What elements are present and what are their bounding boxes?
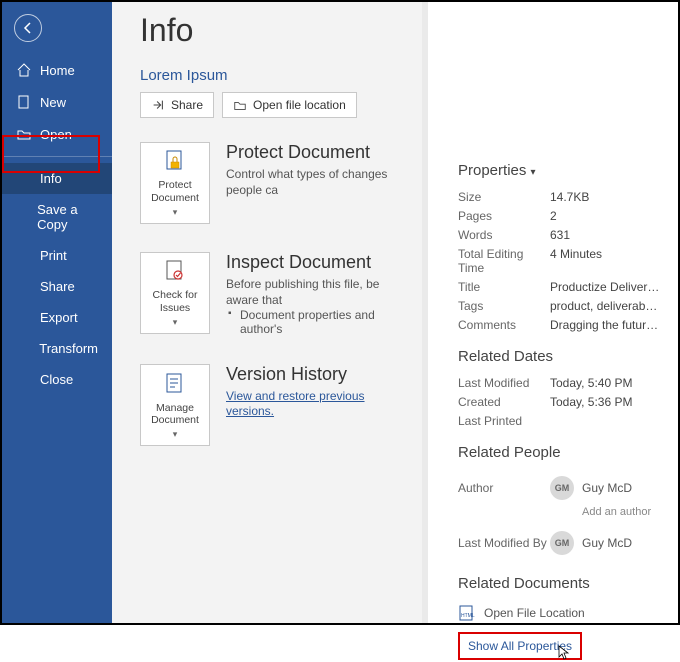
prop-val-modified: Today, 5:40 PM (550, 376, 660, 390)
sidebar-item-label: New (40, 95, 66, 110)
inspect-desc: Before publishing this file, be aware th… (226, 276, 404, 308)
chevron-down-icon: ▾ (173, 317, 178, 328)
inspect-icon (163, 258, 187, 286)
manage-card-label: Manage Document (145, 402, 205, 426)
panel-divider (422, 2, 428, 623)
version-history-link[interactable]: View and restore previous versions. (226, 389, 365, 418)
prop-key-pages: Pages (458, 209, 550, 223)
prop-key-author: Author (458, 481, 550, 495)
open-file-location-link[interactable]: HTML Open File Location (458, 600, 660, 626)
sidebar-item-label: Share (40, 279, 75, 294)
avatar: GM (550, 476, 574, 500)
protect-desc: Control what types of changes people ca (226, 166, 404, 198)
prop-val-created: Today, 5:36 PM (550, 395, 660, 409)
prop-key-printed: Last Printed (458, 414, 550, 428)
sidebar-item-export[interactable]: Export (2, 302, 112, 333)
prop-val-size: 14.7KB (550, 190, 660, 204)
document-name: Lorem Ipsum (140, 67, 404, 84)
back-arrow-icon (20, 20, 36, 36)
sidebar-item-info[interactable]: Info (2, 163, 112, 194)
properties-panel: Properties ▾ Size14.7KB Pages2 Words631 … (442, 2, 672, 623)
open-file-location-text: Open File Location (484, 606, 585, 620)
share-icon (151, 98, 165, 112)
home-icon (16, 62, 32, 78)
sidebar-item-share[interactable]: Share (2, 271, 112, 302)
cursor-icon (556, 644, 574, 662)
sidebar-item-label: Transform (39, 341, 98, 356)
related-documents-header: Related Documents (458, 575, 660, 592)
avatar: GM (550, 531, 574, 555)
sidebar-item-print[interactable]: Print (2, 240, 112, 271)
author-name[interactable]: Guy McD (582, 481, 632, 495)
related-dates-header: Related Dates (458, 348, 660, 365)
new-icon (16, 94, 32, 110)
open-icon (16, 126, 32, 142)
prop-val-pages: 2 (550, 209, 660, 223)
chevron-down-icon: ▾ (173, 429, 178, 440)
protect-title: Protect Document (226, 142, 404, 163)
sidebar-item-label: Export (40, 310, 78, 325)
chevron-down-icon: ▾ (531, 167, 536, 178)
sidebar-item-label: Info (40, 171, 62, 186)
sidebar-item-save-a-copy[interactable]: Save a Copy (2, 194, 112, 240)
prop-key-time: Total Editing Time (458, 247, 550, 275)
sidebar-item-label: Print (40, 248, 67, 263)
chevron-down-icon: ▾ (173, 207, 178, 218)
prop-val-time: 4 Minutes (550, 247, 660, 275)
sidebar-item-label: Home (40, 63, 75, 78)
prop-val-title[interactable]: Productize Deliverables (550, 280, 660, 294)
prop-key-words: Words (458, 228, 550, 242)
sidebar-item-home[interactable]: Home (2, 54, 112, 86)
prop-key-comments: Comments (458, 318, 550, 332)
prop-val-comments[interactable]: Dragging the future into n... (550, 318, 660, 332)
prop-key-created: Created (458, 395, 550, 409)
sidebar-item-label: Save a Copy (37, 202, 98, 232)
check-for-issues-card[interactable]: Check for Issues ▾ (140, 252, 210, 334)
prop-key-tags: Tags (458, 299, 550, 313)
modifiedby-name[interactable]: Guy McD (582, 536, 632, 550)
sidebar-item-label: Close (40, 372, 73, 387)
html-file-icon: HTML (458, 604, 476, 622)
sidebar-item-new[interactable]: New (2, 86, 112, 118)
inspect-bullet: Document properties and author's (226, 308, 404, 336)
properties-header[interactable]: Properties ▾ (458, 162, 660, 179)
protect-icon (163, 148, 187, 176)
backstage-sidebar: Home New Open Info Save a Copy Print Sha… (2, 2, 112, 623)
add-author[interactable]: Add an author (550, 506, 660, 518)
folder-icon (233, 98, 247, 112)
prop-key-modifiedby: Last Modified By (458, 536, 550, 550)
sidebar-item-open[interactable]: Open (2, 118, 112, 150)
prop-val-tags[interactable]: product, deliverables, opti... (550, 299, 660, 313)
inspect-title: Inspect Document (226, 252, 404, 273)
highlight-show-all-properties: Show All Properties (458, 632, 582, 660)
open-file-location-label: Open file location (253, 98, 346, 112)
protect-card-label: Protect Document (145, 179, 205, 203)
share-button-label: Share (171, 98, 203, 112)
sidebar-item-transform[interactable]: Transform (2, 333, 112, 364)
open-file-location-button[interactable]: Open file location (222, 92, 357, 118)
inspect-card-label: Check for Issues (145, 289, 205, 313)
sidebar-item-label: Open (40, 127, 72, 142)
manage-document-card[interactable]: Manage Document ▾ (140, 364, 210, 446)
prop-key-size: Size (458, 190, 550, 204)
manage-icon (163, 371, 187, 399)
share-button[interactable]: Share (140, 92, 214, 118)
protect-document-card[interactable]: Protect Document ▾ (140, 142, 210, 224)
back-button[interactable] (2, 8, 112, 48)
prop-val-printed (550, 414, 660, 428)
page-title: Info (140, 12, 404, 49)
version-title: Version History (226, 364, 404, 385)
prop-val-words: 631 (550, 228, 660, 242)
info-main: Info Lorem Ipsum Share Open file locatio… (112, 2, 422, 623)
prop-key-modified: Last Modified (458, 376, 550, 390)
sidebar-item-close[interactable]: Close (2, 364, 112, 395)
related-people-header: Related People (458, 444, 660, 461)
svg-text:HTML: HTML (461, 613, 475, 619)
prop-key-title: Title (458, 280, 550, 294)
